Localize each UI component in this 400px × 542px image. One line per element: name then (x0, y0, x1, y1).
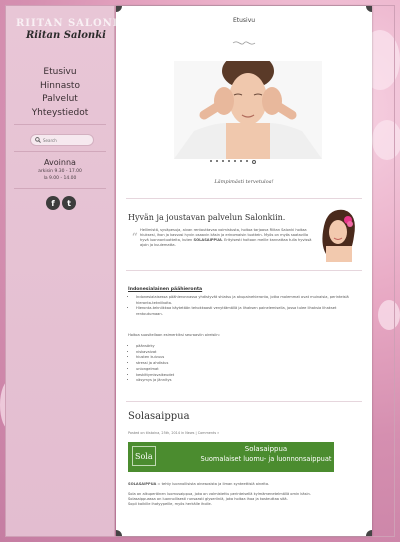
slider-dot[interactable] (240, 160, 242, 162)
corner-decoration (366, 530, 372, 536)
slider-dot[interactable] (246, 160, 248, 162)
banner-tagline: Suomalaiset luomu- ja luonnonsaippuat (200, 455, 332, 463)
page-title: Etusivu (232, 17, 256, 24)
site-logo[interactable]: RIITAN SALONKI Riitan Salonki (12, 18, 127, 48)
solasaippua-banner[interactable]: Sola Solasaippua Suomalaiset luomu- ja l… (128, 442, 334, 472)
corner-decoration (116, 6, 122, 12)
intro-paragraph-1: Hellimistä, syväpesuja, aivan rentouttav… (140, 228, 295, 232)
divider (126, 401, 362, 402)
slider-dot[interactable] (210, 160, 212, 162)
logo-name: Riitan Salonki (26, 30, 106, 41)
list-item: Hieronta-tekniikkaa käytetään tehokkaast… (136, 306, 364, 317)
opening-hours-saturday: la 9.00 - 14.00 (43, 176, 77, 181)
divider (126, 270, 362, 271)
divider (126, 198, 362, 199)
logo-ghost-text: RIITAN SALONKI (16, 18, 129, 29)
post-body-1: = tehty luonnollisista ainesosista ja il… (156, 482, 270, 486)
search-input[interactable] (41, 135, 91, 145)
symptom-list: päänsärky niskavaivat hiusten kuivuus st… (130, 344, 336, 384)
slider-pagination (210, 160, 256, 164)
slider-dot[interactable] (222, 160, 224, 162)
massage-lead: Hoitoa suositellaan esimerkiksi seuraavi… (128, 333, 220, 337)
nav-item-yhteystiedot[interactable]: Yhteystiedot (6, 107, 114, 121)
main-content: Etusivu Lämpimästi tervetuloa! Hyvän ja … (116, 6, 372, 536)
divider (14, 124, 106, 125)
divider (14, 188, 106, 189)
nav-item-etusivu[interactable]: Etusivu (6, 66, 114, 80)
opening-hours-title: Avoinna (44, 158, 76, 167)
post-body-4: Sopii kaikille ihotyypeille, myös herkäl… (128, 502, 212, 506)
slider-dot[interactable] (216, 160, 218, 162)
post-title[interactable]: Solasaippua (128, 411, 190, 422)
corner-decoration (116, 530, 122, 536)
svg-text:Sola: Sola (135, 452, 153, 461)
intro-product: SOLASAIPPUA (193, 238, 222, 242)
post-body-3: Solasaippuassa on luonnollisesti runsaas… (128, 497, 288, 501)
quote-icon: “ (132, 232, 138, 243)
search-box[interactable] (30, 134, 94, 146)
intro-heading: Hyvän ja joustavan palvelun Salonkiin. (128, 213, 286, 222)
list-item: väsymys ja jännitys (136, 378, 336, 384)
divider (14, 151, 106, 152)
hero-image (174, 61, 322, 159)
slider-dot[interactable] (228, 160, 230, 162)
post-body-2: Sola on alkuperäinen luomusaippua, joka … (128, 492, 311, 496)
opening-hours: Avoinna arkisin 9.30 - 17.00 la 9.00 - 1… (6, 158, 114, 181)
sidebar: RIITAN SALONKI Riitan Salonki Etusivu Hi… (6, 6, 127, 536)
intro-text: Hellimistä, syväpesuja, aivan rentouttav… (140, 228, 312, 247)
list-item: Indonesialaisessa päähieronnassa yhdisty… (136, 295, 364, 306)
post-body-lead: SOLASAIPPUA (128, 482, 157, 486)
nav-item-palvelut[interactable]: Palvelut (6, 93, 114, 107)
massage-heading: Indonesialainen päähieronta (128, 287, 203, 292)
facebook-icon[interactable]: f (46, 196, 60, 210)
slider-caption: Lämpimästi tervetuloa! (214, 179, 274, 185)
nav-item-hinnasto[interactable]: Hinnasto (6, 80, 114, 94)
woman-with-flower-image (322, 209, 355, 262)
sola-logo-icon: Sola (132, 446, 156, 466)
opening-hours-weekday: arkisin 9.30 - 17.00 (38, 169, 82, 174)
post-body: SOLASAIPPUA = tehty luonnollisista aines… (128, 482, 360, 507)
social-links: f t (46, 196, 76, 210)
main-nav: Etusivu Hinnasto Palvelut Yhteystiedot (6, 66, 114, 120)
twitter-icon[interactable]: t (62, 196, 76, 210)
massage-bullets: Indonesialaisessa päähieronnassa yhdisty… (130, 295, 364, 318)
slider-dot[interactable] (234, 160, 236, 162)
hero-illustration (174, 61, 322, 159)
banner-title: Solasaippua (244, 445, 288, 453)
slider-dot-active[interactable] (252, 160, 256, 164)
flourish-icon (232, 41, 256, 45)
corner-decoration (366, 6, 372, 12)
post-meta: Posted on tiistaina, 25th, 2014 in News … (128, 431, 220, 435)
